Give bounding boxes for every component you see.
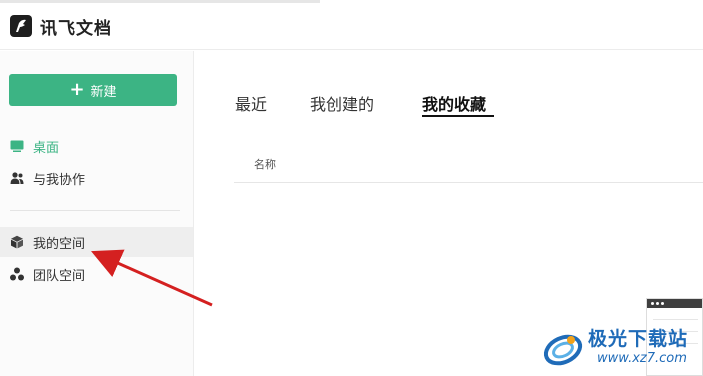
window-dot <box>656 302 659 305</box>
watermark: 极光下载站 www.xz7.com <box>541 322 701 374</box>
sidebar-item-label: 我的空间 <box>33 236 86 252</box>
window-dot <box>651 302 654 305</box>
watermark-url: www.xz7.com <box>597 351 687 366</box>
tab-my-favorites[interactable]: 我的收藏 <box>422 91 486 115</box>
sidebar-item-label: 与我协作 <box>33 172 86 188</box>
new-button-label: 新建 <box>90 84 117 100</box>
sidebar-item-desktop[interactable]: 桌面 <box>0 131 193 161</box>
users-icon <box>10 172 24 184</box>
sidebar-item-my-space[interactable]: 我的空间 <box>0 227 193 257</box>
column-header-name[interactable]: 名称 <box>254 156 276 172</box>
tab-recent[interactable]: 最近 <box>235 91 267 115</box>
watermark-logo-icon <box>543 334 583 366</box>
sidebar-item-label: 桌面 <box>33 140 60 156</box>
cube-icon <box>11 235 23 249</box>
plus-icon: + <box>69 79 85 100</box>
new-button[interactable]: + 新建 <box>9 74 177 106</box>
app-title: 讯飞文档 <box>40 19 112 39</box>
app-logo-icon[interactable] <box>10 15 32 37</box>
watermark-text: 极光下载站 <box>588 328 689 350</box>
top-progress-bar <box>0 0 320 3</box>
window-row <box>653 319 698 320</box>
top-bar: 讯飞文档 <box>0 0 703 50</box>
sidebar-item-label: 团队空间 <box>33 268 86 284</box>
sidebar-divider <box>10 210 180 211</box>
team-icon <box>10 267 24 281</box>
window-dot <box>661 302 664 305</box>
sidebar-item-collab[interactable]: 与我协作 <box>0 163 193 193</box>
active-tab-underline <box>422 115 494 117</box>
tab-created-by-me[interactable]: 我创建的 <box>310 91 374 115</box>
header-divider <box>234 182 703 183</box>
monitor-icon <box>10 140 24 152</box>
sidebar-item-team-space[interactable]: 团队空间 <box>0 259 193 289</box>
sidebar: + 新建 桌面 与我协作 我的空间 团队空间 <box>0 51 194 376</box>
